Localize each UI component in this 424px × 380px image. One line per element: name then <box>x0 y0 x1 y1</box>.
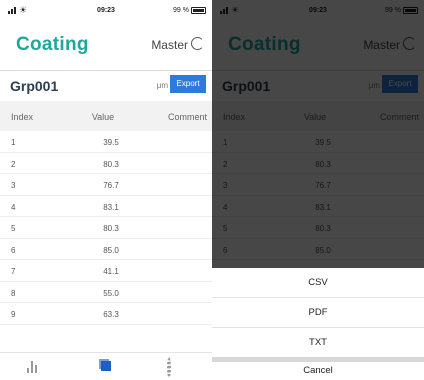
table-row[interactable]: 4 83.1 <box>0 196 212 217</box>
cancel-button[interactable]: Cancel <box>212 362 424 380</box>
group-name: Grp001 <box>10 78 59 94</box>
table-row[interactable]: 5 80.3 <box>0 217 212 239</box>
battery-indicator: 99 % <box>173 7 206 14</box>
refresh-icon[interactable] <box>191 37 204 50</box>
row-index: 9 <box>11 310 16 319</box>
table-row[interactable]: 8 55.0 <box>0 282 212 303</box>
row-index: 7 <box>11 267 16 276</box>
export-pdf-option[interactable]: PDF <box>212 298 424 328</box>
row-index: 4 <box>11 202 16 212</box>
column-header-comment: Comment <box>167 112 207 122</box>
battery-icon <box>191 7 206 14</box>
app-header: Coating Master <box>0 24 212 64</box>
row-value: 55.0 <box>103 288 119 298</box>
table-body: 1 39.5 2 80.3 3 76.7 4 83.1 5 80.3 6 85.0 7 41.… <box>0 131 212 325</box>
export-screen: ☀ 09:23 99 % Coating Master Grp001 μm Ex… <box>212 0 424 380</box>
row-value: 76.7 <box>103 181 119 190</box>
row-value: 80.3 <box>103 224 119 233</box>
table-header: Index Value Comment <box>0 101 212 131</box>
row-value: 85.0 <box>103 245 119 255</box>
gear-icon <box>167 357 171 378</box>
export-csv-option[interactable]: CSV <box>212 268 424 298</box>
row-value: 80.3 <box>103 159 119 169</box>
row-index: 1 <box>11 138 16 147</box>
row-value: 39.5 <box>103 138 119 147</box>
row-index: 8 <box>11 288 16 298</box>
tab-chart[interactable] <box>27 359 43 375</box>
group-bar: Grp001 μm Export <box>0 70 212 100</box>
export-button[interactable]: Export <box>170 75 206 93</box>
bar-chart-icon <box>27 361 43 373</box>
battery-percent: 99 % <box>173 7 189 14</box>
export-action-sheet: CSV PDF TXT Cancel <box>212 268 424 380</box>
tab-data[interactable] <box>97 359 113 375</box>
table-row[interactable]: 1 39.5 <box>0 131 212 153</box>
tab-settings[interactable] <box>165 357 181 378</box>
row-index: 6 <box>11 245 16 255</box>
table-row[interactable]: 2 80.3 <box>0 153 212 174</box>
tab-bar <box>0 352 212 380</box>
table-row[interactable]: 6 85.0 <box>0 239 212 260</box>
table-row[interactable]: 9 63.3 <box>0 303 212 325</box>
column-header-index: Index <box>11 112 34 122</box>
unit-label: μm <box>156 81 168 90</box>
row-value: 41.1 <box>103 267 119 276</box>
row-index: 5 <box>11 224 16 233</box>
row-index: 3 <box>11 181 16 190</box>
row-value: 63.3 <box>103 310 119 319</box>
status-bar: ☀ 09:23 99 % <box>0 0 212 22</box>
table-row[interactable]: 7 41.1 <box>0 260 212 282</box>
data-screen: ☀ 09:23 99 % Coating Master Grp001 μm Ex… <box>0 0 212 380</box>
export-txt-option[interactable]: TXT <box>212 328 424 358</box>
row-index: 2 <box>11 159 16 169</box>
table-row[interactable]: 3 76.7 <box>0 174 212 196</box>
app-logo: Coating <box>16 34 89 55</box>
column-header-value: Value <box>91 112 115 122</box>
master-button[interactable]: Master <box>151 38 188 52</box>
row-value: 83.1 <box>103 202 119 212</box>
